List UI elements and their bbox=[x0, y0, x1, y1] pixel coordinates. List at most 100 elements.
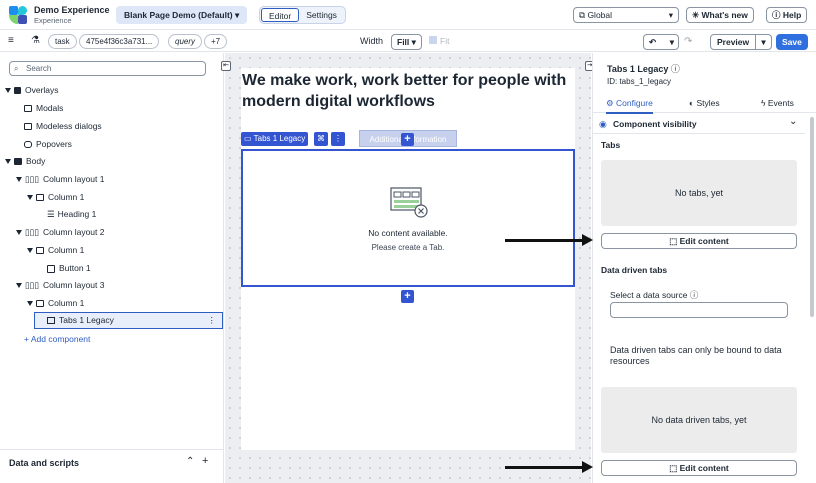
redo-icon[interactable]: ↷ bbox=[684, 36, 692, 47]
collapse-left-panel-icon[interactable]: ⇤ bbox=[221, 61, 231, 71]
tree-item-label: Column layout 3 bbox=[43, 280, 105, 290]
tree-item-column-1[interactable]: Column 1 bbox=[27, 190, 84, 205]
chip-query[interactable]: query bbox=[168, 34, 203, 49]
settings-tab[interactable]: Settings bbox=[299, 8, 344, 22]
add-component-link[interactable]: + Add component bbox=[24, 332, 90, 347]
more-vertical-icon[interactable]: ⋮ bbox=[331, 132, 345, 146]
tabs-legacy-component[interactable]: No content available. Please create a Ta… bbox=[241, 149, 575, 287]
component-visibility-label: Component visibility bbox=[613, 119, 697, 129]
plus-icon: + bbox=[24, 334, 31, 344]
caret-down-icon bbox=[16, 177, 22, 183]
preview-label: Preview bbox=[717, 37, 750, 47]
tree-item-column-layout-1[interactable]: ▯▯▯ Column layout 1 bbox=[16, 172, 104, 187]
component-title: Tabs 1 Legacy ⓘ bbox=[607, 62, 680, 75]
tree-item-popovers[interactable]: Popovers bbox=[24, 137, 72, 152]
caret-down-icon bbox=[16, 283, 22, 289]
no-data-driven-tabs-placeholder: No data driven tabs, yet bbox=[601, 387, 797, 453]
scrollbar-thumb[interactable] bbox=[810, 117, 814, 317]
top-header: Demo Experience Experience Blank Page De… bbox=[0, 0, 816, 30]
edit-content-label: Edit content bbox=[679, 236, 729, 246]
tree-item-label: Body bbox=[26, 156, 46, 166]
palette-icon: ◐ bbox=[689, 98, 697, 108]
data-scripts-section: Data and scripts ⌃ + bbox=[0, 449, 223, 483]
editor-tab[interactable]: Editor bbox=[261, 8, 300, 22]
chevron-down-icon: ⌄ bbox=[789, 116, 798, 127]
component-visibility-header[interactable]: ◉ Component visibility ⌄ bbox=[593, 114, 805, 134]
tree-item-label: Button 1 bbox=[59, 263, 91, 273]
property-tabs: ⚙ Configure ◐ Styles ϟ Events bbox=[593, 96, 816, 114]
preview-button[interactable]: Preview ▾ bbox=[710, 34, 772, 50]
scope-select[interactable]: ⧉ Global ▾ bbox=[573, 7, 679, 23]
tree-item-column-layout-3[interactable]: ▯▯▯ Column layout 3 bbox=[16, 278, 104, 293]
whats-new-label: What's new bbox=[701, 10, 748, 20]
data-source-input[interactable] bbox=[610, 302, 788, 318]
tab-configure[interactable]: ⚙ Configure bbox=[606, 98, 653, 114]
tab-styles[interactable]: ◐ Styles bbox=[689, 98, 720, 108]
edit-icon: ⬚ bbox=[669, 463, 680, 473]
chevron-down-icon: ▾ bbox=[669, 37, 674, 47]
width-select[interactable]: Fill ▾ bbox=[391, 34, 422, 50]
no-tabs-placeholder: No tabs, yet bbox=[601, 160, 797, 226]
chip-task[interactable]: task bbox=[48, 34, 77, 49]
chip-id[interactable]: 475e4f36c3a731... bbox=[79, 34, 160, 49]
tree-item-overlays[interactable]: Overlays bbox=[5, 83, 59, 98]
edit-content-button[interactable]: ⬚ Edit content bbox=[601, 233, 797, 249]
tree-item-column-layout-2[interactable]: ▯▯▯ Column layout 2 bbox=[16, 225, 104, 240]
page-selector[interactable]: Blank Page Demo (Default) ▾ bbox=[116, 6, 248, 24]
scope-select-label: Global bbox=[587, 10, 613, 20]
page-heading[interactable]: We make work, work better for people wit… bbox=[242, 70, 572, 112]
flask-icon[interactable]: ⚗ bbox=[31, 35, 40, 46]
add-component-below-button[interactable]: + bbox=[401, 290, 414, 303]
folder-icon bbox=[47, 317, 55, 325]
info-icon[interactable]: ⓘ bbox=[671, 64, 680, 74]
info-icon[interactable]: ⓘ bbox=[690, 290, 699, 300]
chip-more[interactable]: +7 bbox=[204, 34, 228, 49]
column-icon bbox=[36, 194, 44, 202]
search-input[interactable]: ⌕ Search bbox=[9, 61, 206, 76]
selected-component-chip[interactable]: ▭ Tabs 1 Legacy bbox=[241, 132, 309, 146]
undo-icon: ↶ bbox=[649, 37, 657, 47]
edit-content-button-2[interactable]: ⬚ Edit content bbox=[601, 460, 797, 476]
add-icon[interactable]: + bbox=[202, 455, 208, 467]
caret-down-icon bbox=[5, 88, 11, 94]
annotation-arrow bbox=[505, 461, 593, 473]
chevron-up-icon[interactable]: ⌃ bbox=[186, 456, 194, 467]
tab-events[interactable]: ϟ Events bbox=[761, 98, 794, 108]
component-id: ID: tabs_1_legacy bbox=[607, 77, 672, 86]
add-tab-button[interactable]: + bbox=[401, 133, 414, 146]
tree-item-button-1[interactable]: Button 1 bbox=[47, 261, 91, 276]
folder-icon: ▭ bbox=[244, 134, 254, 143]
tree-item-column-1[interactable]: Column 1 bbox=[27, 243, 84, 258]
link-icon[interactable]: ⌘ bbox=[314, 132, 328, 146]
column-layout-icon: ▯▯▯ bbox=[25, 174, 40, 184]
tree-item-modeless-dialogs[interactable]: Modeless dialogs bbox=[24, 119, 102, 134]
more-vertical-icon[interactable]: ⋮ bbox=[208, 313, 217, 328]
tree-item-label: Modals bbox=[36, 103, 64, 113]
chevron-down-icon: ▾ bbox=[235, 10, 240, 20]
save-button[interactable]: Save bbox=[776, 34, 808, 50]
help-button[interactable]: ⓘ Help bbox=[766, 7, 808, 23]
caret-down-icon bbox=[16, 230, 22, 236]
tree-item-label: Column 1 bbox=[48, 245, 85, 255]
eye-icon: ◉ bbox=[599, 119, 607, 129]
tree-item-heading-1[interactable]: ☰ Heading 1 bbox=[47, 207, 96, 222]
chevron-down-icon[interactable]: ▾ bbox=[755, 35, 771, 49]
tree-item-label: Heading 1 bbox=[57, 209, 97, 219]
tree-item-column-1[interactable]: Column 1 bbox=[27, 296, 84, 311]
whats-new-button[interactable]: ✳ What's new bbox=[686, 7, 754, 23]
menu-icon[interactable]: ≡ bbox=[8, 35, 14, 46]
tree-item-label: Tabs 1 Legacy bbox=[59, 315, 114, 325]
app-title: Demo Experience bbox=[34, 5, 110, 15]
tree-item-body[interactable]: Body bbox=[5, 154, 45, 169]
fit-checkbox[interactable] bbox=[429, 36, 437, 44]
dialog-icon bbox=[24, 123, 32, 131]
caret-down-icon bbox=[5, 159, 11, 165]
create-tab-hint: Please create a Tab. bbox=[371, 243, 445, 252]
mode-switch: Editor Settings bbox=[259, 6, 346, 24]
undo-button[interactable]: ↶ ▾ bbox=[643, 34, 679, 50]
tree-item-modals[interactable]: Modals bbox=[24, 101, 63, 116]
data-scripts-title: Data and scripts bbox=[9, 458, 80, 468]
tree-item-tabs-1-legacy[interactable]: Tabs 1 Legacy ⋮ bbox=[34, 312, 223, 329]
button-component-icon bbox=[47, 264, 55, 273]
width-label: Width bbox=[360, 36, 384, 46]
